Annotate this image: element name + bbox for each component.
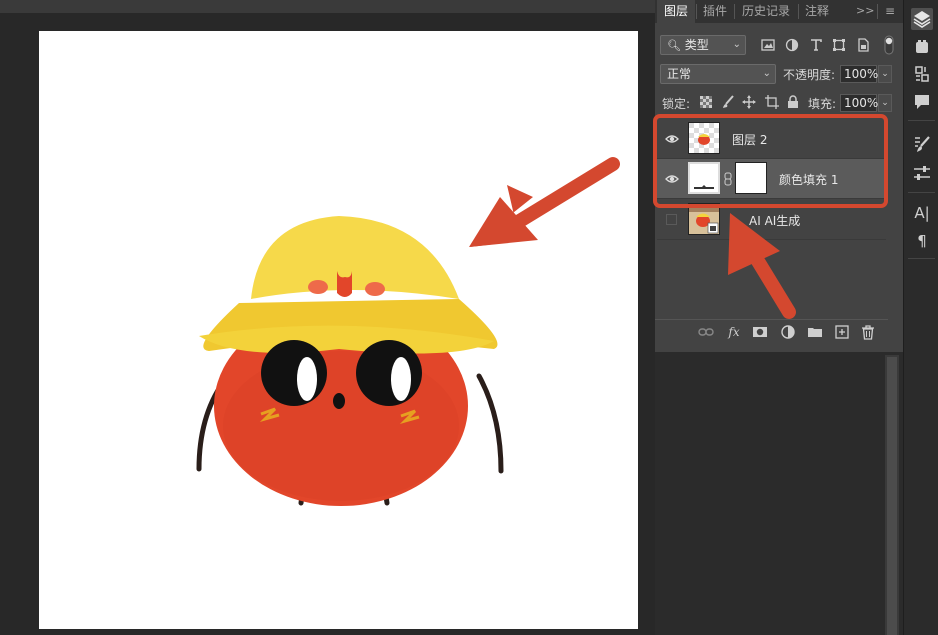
- fill-field[interactable]: 100%: [840, 94, 878, 112]
- lock-all-icon[interactable]: [787, 95, 799, 109]
- lock-artboard-icon[interactable]: [765, 95, 779, 109]
- right-panel-dock: A| ¶: [903, 0, 938, 635]
- opacity-dropdown-icon[interactable]: ⌄: [878, 65, 892, 83]
- adjustments-icon[interactable]: [911, 63, 933, 85]
- layer-name[interactable]: AI AI生成: [749, 212, 800, 229]
- filter-type-select[interactable]: 🔍︎ 类型 ⌄: [660, 35, 746, 55]
- panel-tab-bar: 图层 插件 历史记录 注释 >> ≡: [655, 0, 903, 23]
- mascot-image: [196, 216, 504, 506]
- properties-icon[interactable]: [911, 162, 933, 184]
- lock-position-icon[interactable]: [742, 95, 756, 109]
- tab-notes[interactable]: 注释: [799, 0, 835, 23]
- adjustment-filter-icon[interactable]: [785, 38, 799, 52]
- fx-icon[interactable]: fx: [726, 324, 742, 340]
- new-layer-icon[interactable]: [834, 324, 850, 340]
- lock-transparent-icon[interactable]: [700, 96, 712, 108]
- fill-dropdown-icon[interactable]: ⌄: [878, 94, 892, 112]
- add-mask-icon[interactable]: [752, 324, 768, 340]
- character-icon[interactable]: A|: [911, 202, 933, 224]
- search-icon: 🔍︎: [667, 39, 681, 52]
- new-group-icon[interactable]: [807, 324, 823, 340]
- panel-empty-area: [655, 352, 903, 635]
- layers-panel-icon[interactable]: [911, 8, 933, 30]
- opacity-field[interactable]: 100%: [840, 65, 878, 83]
- lock-paint-icon[interactable]: [721, 95, 735, 109]
- blend-mode-select[interactable]: 正常 ⌄: [660, 64, 776, 84]
- smartobject-filter-icon[interactable]: [856, 38, 870, 52]
- canvas[interactable]: [39, 31, 638, 629]
- type-filter-icon[interactable]: [809, 38, 823, 52]
- opacity-label: 不透明度:: [783, 68, 836, 82]
- chevron-down-icon: ⌄: [762, 68, 771, 79]
- tab-history[interactable]: 历史记录: [735, 0, 797, 23]
- scrollbar-thumb[interactable]: [887, 357, 897, 635]
- filter-toggle-icon[interactable]: [884, 35, 894, 55]
- brush-settings-icon[interactable]: [911, 133, 933, 155]
- lock-label: 锁定:: [662, 97, 691, 111]
- layers-bottom-bar: fx: [655, 319, 888, 344]
- annotation-highlight-box: [653, 114, 888, 208]
- visibility-off-box[interactable]: [666, 214, 677, 225]
- document-tab-bar: [0, 0, 655, 13]
- blend-mode-label: 正常: [667, 67, 692, 81]
- link-layers-icon[interactable]: [698, 324, 714, 340]
- delete-layer-icon[interactable]: [860, 324, 876, 340]
- paragraph-icon[interactable]: ¶: [911, 230, 933, 252]
- libraries-icon[interactable]: [911, 36, 933, 58]
- more-tabs-icon[interactable]: >>: [856, 0, 874, 23]
- tab-plugins[interactable]: 插件: [697, 0, 733, 23]
- panel-menu-icon[interactable]: ≡: [882, 0, 898, 23]
- filter-type-label: 类型: [684, 38, 709, 52]
- image-filter-icon[interactable]: [761, 38, 775, 52]
- chevron-down-icon: ⌄: [732, 39, 741, 50]
- fill-label: 填充:: [808, 97, 837, 111]
- new-fill-adjustment-icon[interactable]: [780, 324, 796, 340]
- tab-layers[interactable]: 图层: [657, 0, 695, 23]
- shape-filter-icon[interactable]: [832, 38, 846, 52]
- comments-icon[interactable]: [911, 91, 933, 113]
